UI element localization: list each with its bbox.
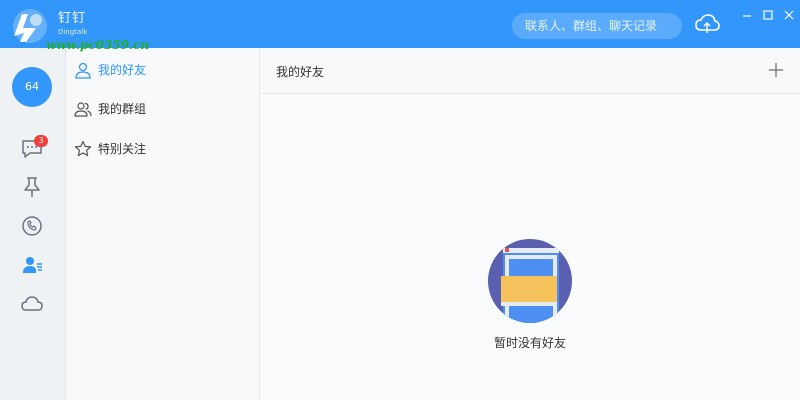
search-input[interactable]: 联系人、群组、聊天记录 [512, 13, 682, 39]
nav-contacts[interactable] [20, 253, 44, 277]
person-icon [75, 62, 91, 79]
avatar[interactable]: 64 [12, 67, 52, 107]
nav-phone[interactable] [20, 214, 44, 238]
contact-item-special-follow[interactable]: 特别关注 [66, 137, 259, 161]
group-icon [74, 102, 92, 117]
cloud-upload-button[interactable] [694, 12, 720, 36]
contact-item-label: 我的好友 [98, 63, 147, 77]
contact-item-label: 我的群组 [98, 102, 147, 116]
add-friend-button[interactable] [768, 62, 784, 78]
main-content: 暂时没有好友 [260, 94, 800, 400]
close-icon [784, 10, 794, 20]
close-button[interactable] [782, 8, 796, 22]
phone-icon [22, 216, 42, 236]
plus-icon [769, 63, 783, 77]
nav-cloud[interactable] [20, 292, 44, 316]
star-icon [74, 140, 92, 157]
contact-item-label: 特别关注 [98, 142, 147, 156]
cloud-icon [695, 14, 720, 33]
empty-state-text: 暂时没有好友 [493, 336, 566, 350]
empty-state-illustration [487, 238, 573, 324]
nav-ding[interactable] [20, 175, 44, 199]
app-logo-icon [6, 6, 50, 46]
contact-item-friends[interactable]: 我的好友 [66, 58, 259, 82]
maximize-icon [763, 10, 773, 20]
site-watermark: www.pc0359.cn [46, 38, 150, 52]
contact-item-groups[interactable]: 我的群组 [66, 97, 259, 121]
app-name: 钉钉 [58, 11, 87, 26]
minimize-button[interactable] [740, 8, 754, 22]
maximize-button[interactable] [761, 8, 775, 22]
contacts-icon [23, 257, 42, 273]
pin-icon [24, 177, 40, 197]
minimize-icon [743, 15, 751, 17]
app-subtitle: Dingtalk [58, 28, 88, 36]
page-title: 我的好友 [276, 65, 325, 79]
cloud-icon [21, 296, 43, 311]
contacts-panel: 我的好友 我的群组 特别关注 [66, 48, 260, 400]
message-count-badge: 3 [34, 135, 48, 147]
main-header: 我的好友 [260, 48, 800, 94]
